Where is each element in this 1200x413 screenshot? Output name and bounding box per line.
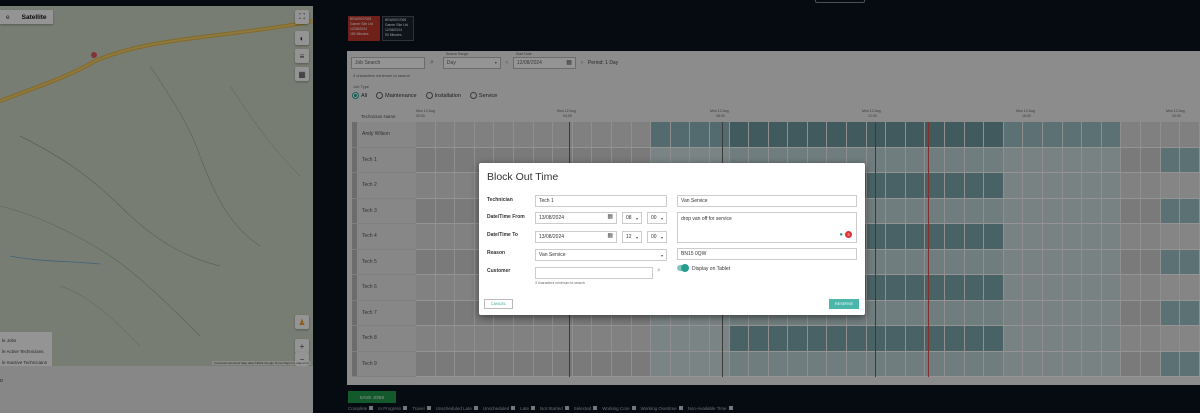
chevron-down-icon: ▾: [660, 235, 663, 240]
chevron-down-icon: ▾: [635, 216, 638, 221]
cancel-button[interactable]: CANCEL: [484, 299, 513, 309]
notes-value: drop van off for service: [681, 216, 732, 222]
to-label: Date/Time To: [487, 232, 518, 238]
from-date-input[interactable]: 13/08/2024 ▦: [535, 212, 617, 224]
customer-hint: 3 characters minimum to search: [535, 281, 585, 285]
notes-badge: 3: [845, 231, 852, 238]
technician-input[interactable]: Tech 1: [535, 195, 667, 207]
to-date-value: 13/08/2024: [539, 234, 565, 240]
postcode-input[interactable]: BN15 0QW: [677, 248, 857, 260]
from-label: Date/Time From: [487, 214, 525, 220]
subject-value: Van Service: [681, 198, 708, 204]
display-on-tablet-label: Display on Tablet: [692, 266, 730, 272]
from-hour-select[interactable]: 08 ▾: [622, 212, 642, 224]
search-icon[interactable]: ⌕: [657, 267, 661, 275]
postcode-value: BN15 0QW: [681, 251, 707, 257]
block-out-time-dialog: Block Out Time Technician Tech 1 Date/Ti…: [479, 163, 865, 315]
to-hour-value: 12: [626, 234, 632, 240]
from-minute-select[interactable]: 00 ▾: [647, 212, 667, 224]
reason-value: Van Service: [539, 252, 566, 258]
to-hour-select[interactable]: 12 ▾: [622, 231, 642, 243]
reason-select[interactable]: Van Service ▾: [535, 249, 667, 261]
to-minute-select[interactable]: 00 ▾: [647, 231, 667, 243]
reason-label: Reason: [487, 250, 506, 256]
to-date-input[interactable]: 13/08/2024 ▦: [535, 231, 617, 243]
calendar-icon[interactable]: ▦: [607, 233, 613, 239]
customer-label: Customer: [487, 268, 511, 274]
technician-value: Tech 1: [539, 198, 554, 204]
reserve-button[interactable]: RESERVE: [829, 299, 859, 309]
technician-label: Technician: [487, 197, 513, 203]
subject-input[interactable]: Van Service: [677, 195, 857, 207]
chevron-down-icon: ▾: [635, 235, 638, 240]
chevron-down-icon: ▾: [660, 253, 663, 258]
notes-textarea[interactable]: drop van off for service ● 3: [677, 212, 857, 243]
from-hour-value: 08: [626, 215, 632, 221]
dialog-title: Block Out Time: [487, 171, 559, 183]
display-on-tablet-toggle[interactable]: [677, 264, 689, 272]
from-date-value: 13/08/2024: [539, 215, 565, 221]
location-pin-icon[interactable]: ●: [839, 232, 843, 238]
calendar-icon[interactable]: ▦: [607, 214, 613, 220]
chevron-down-icon: ▾: [660, 216, 663, 221]
from-minute-value: 00: [651, 215, 657, 221]
customer-search-input[interactable]: [535, 267, 653, 279]
to-minute-value: 00: [651, 234, 657, 240]
